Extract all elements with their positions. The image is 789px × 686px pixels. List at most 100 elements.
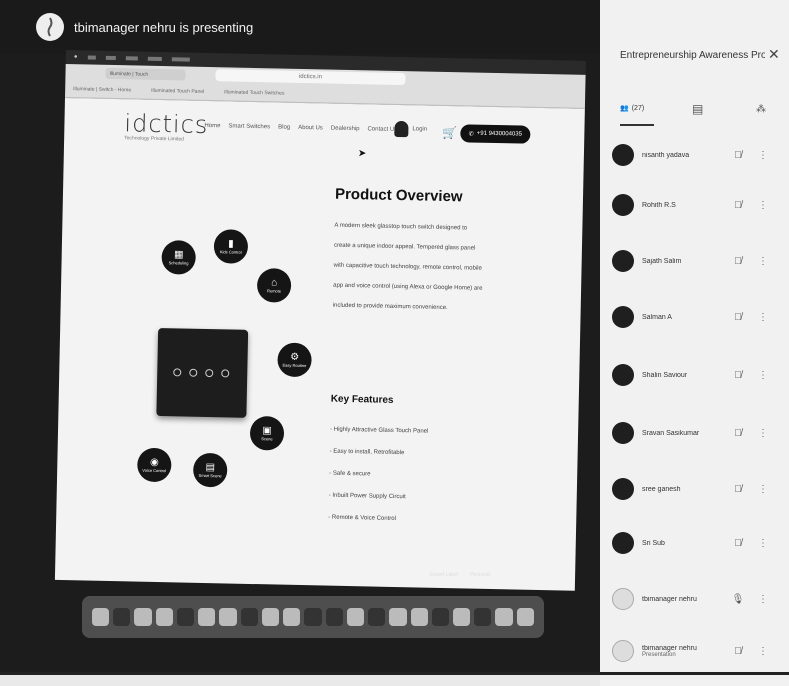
app-store-icon[interactable] [368,608,386,626]
mail-icon[interactable] [176,608,195,626]
more-vert-icon[interactable]: ⋮ [756,150,770,161]
site-logo-subtitle: Technology Private Limited [124,135,184,143]
mic-off-icon[interactable]: 🎙̸ [728,150,748,161]
participant-row[interactable]: nisanth yadava 🎙̸ ⋮ [612,140,784,170]
nav-item-about[interactable]: About Us [298,125,323,132]
avatar [612,588,634,610]
dock-status-labels: Export Label Personal [430,572,490,578]
phone-label: +91 9430004035 [476,130,523,138]
maps-icon[interactable] [198,608,216,626]
site-nav: Home Smart Switches Blog About Us Dealer… [204,123,397,133]
powerpoint-icon[interactable] [452,608,471,626]
list-item: - Inbuilt Power Supply Circuit [328,492,406,501]
word-icon[interactable] [410,608,428,626]
participant-row[interactable]: tbimanager nehru 🎙 ⋮ [612,584,784,614]
bookmark-item[interactable]: Illuminate | Switch - Home [73,86,131,93]
more-vert-icon[interactable]: ⋮ [756,370,770,381]
safari-icon[interactable] [134,608,152,626]
zoom-icon[interactable] [474,608,492,626]
participant-row[interactable]: Sajath Salim 🎙̸ ⋮ [612,246,784,276]
presentation-stage: tbimanager nehru is presenting ● Illumin… [0,0,600,672]
active-tab-indicator [620,124,654,126]
tab-people[interactable]: 👥 (27) [620,104,645,113]
folder-icon[interactable] [495,608,513,626]
mic-off-icon[interactable]: 🎙̸ [728,428,748,439]
more-vert-icon[interactable]: ⋮ [756,428,770,439]
nav-item-dealership[interactable]: Dealership [331,126,360,133]
podcasts-icon[interactable] [304,608,322,626]
presenter-bar: tbimanager nehru is presenting [0,0,600,54]
mic-off-icon[interactable]: 🎙̸ [728,538,748,549]
participant-row[interactable]: Salman A 🎙̸ ⋮ [612,302,784,332]
remote-icon: ⌂ [271,276,278,288]
participant-name: Rohith R.S [642,201,676,209]
nav-item-blog[interactable]: Blog [278,124,290,130]
participant-row[interactable]: Rohith R.S 🎙̸ ⋮ [612,190,784,220]
participant-name: Salman A [642,313,672,321]
mic-off-icon[interactable]: 🎙̸ [728,200,748,211]
avatar [612,306,634,328]
participant-subtitle: Presentation [642,651,676,658]
calendar-icon[interactable] [219,608,237,626]
more-vert-icon[interactable]: ⋮ [756,200,770,211]
more-vert-icon[interactable]: ⋮ [756,538,770,549]
mic-on-icon[interactable]: 🎙 [728,594,748,605]
mic-off-icon[interactable]: 🎙̸ [728,484,748,495]
apps-icon[interactable]: ⁂ [756,104,766,115]
user-icon [394,120,409,138]
status-label: Personal [470,572,490,578]
news-icon[interactable] [346,608,365,626]
messages-icon[interactable] [155,608,173,626]
launchpad-icon[interactable] [113,608,131,626]
feature-circle: ▮ Kids Control [213,229,249,264]
excel-icon[interactable] [431,608,449,626]
phone-icon: ✆ [468,130,474,138]
nav-item-smart-switches[interactable]: Smart Switches [228,123,270,130]
more-vert-icon[interactable]: ⋮ [756,312,770,323]
participant-row[interactable]: Shalin Saviour 🎙̸ ⋮ [612,360,784,390]
bookmark-item[interactable]: Illuminated Touch Switches [224,89,284,96]
chat-icon[interactable]: ▤ [692,102,703,116]
browser-tab[interactable]: Illuminate | Touch [105,67,186,81]
people-count: (27) [631,104,645,112]
avatar [612,364,634,386]
more-vert-icon[interactable]: ⋮ [756,594,770,605]
voice-icon: ◉ [149,456,159,468]
bookmark-item[interactable]: Illuminated Touch Panel [151,88,204,95]
mic-off-icon[interactable]: 🎙̸ [728,646,748,657]
avatar [612,422,634,444]
phone-button[interactable]: ✆ +91 9430004035 [460,124,531,144]
presenter-avatar [36,13,64,41]
presenter-title: tbimanager nehru is presenting [74,19,254,35]
mic-off-icon[interactable]: 🎙̸ [728,256,748,267]
trash-icon[interactable] [516,608,534,626]
contacts-icon[interactable] [240,608,258,626]
mic-off-icon[interactable]: 🎙̸ [728,370,748,381]
participant-row[interactable]: Sri Sub 🎙̸ ⋮ [612,528,784,558]
music-icon[interactable] [283,608,301,626]
nav-item-home[interactable]: Home [204,123,220,129]
cart-icon[interactable]: 🛒 [442,126,457,140]
more-vert-icon[interactable]: ⋮ [756,484,770,495]
settings-icon[interactable] [389,608,407,626]
feature-circle: ⚙ Easy Routine [277,342,312,378]
apple-icon: ● [73,54,78,61]
mic-off-icon[interactable]: 🎙̸ [728,312,748,323]
close-icon[interactable]: ✕ [768,46,780,63]
more-vert-icon[interactable]: ⋮ [756,646,770,657]
login-link[interactable]: Login [394,120,427,138]
nav-item-contact[interactable]: Contact Us [367,126,397,133]
participant-row[interactable]: sree ganesh 🎙̸ ⋮ [612,474,784,504]
mouse-cursor-icon: ➤ [357,148,367,160]
participant-row[interactable]: Sravan Sasikumar 🎙̸ ⋮ [612,418,784,448]
scene-icon: ▣ [262,424,272,436]
kids-icon: ▮ [228,237,234,250]
finder-icon[interactable] [92,608,110,626]
tv-icon[interactable] [325,608,343,626]
more-vert-icon[interactable]: ⋮ [756,256,770,267]
notes-icon[interactable] [261,608,280,626]
avatar [612,640,634,662]
panel-toolbar: 👥 (27) ▤ ⁂ [620,100,780,126]
touch-panel-image [156,327,249,418]
participant-row[interactable]: tbimanager nehru Presentation 🎙̸ ⋮ [612,636,784,666]
